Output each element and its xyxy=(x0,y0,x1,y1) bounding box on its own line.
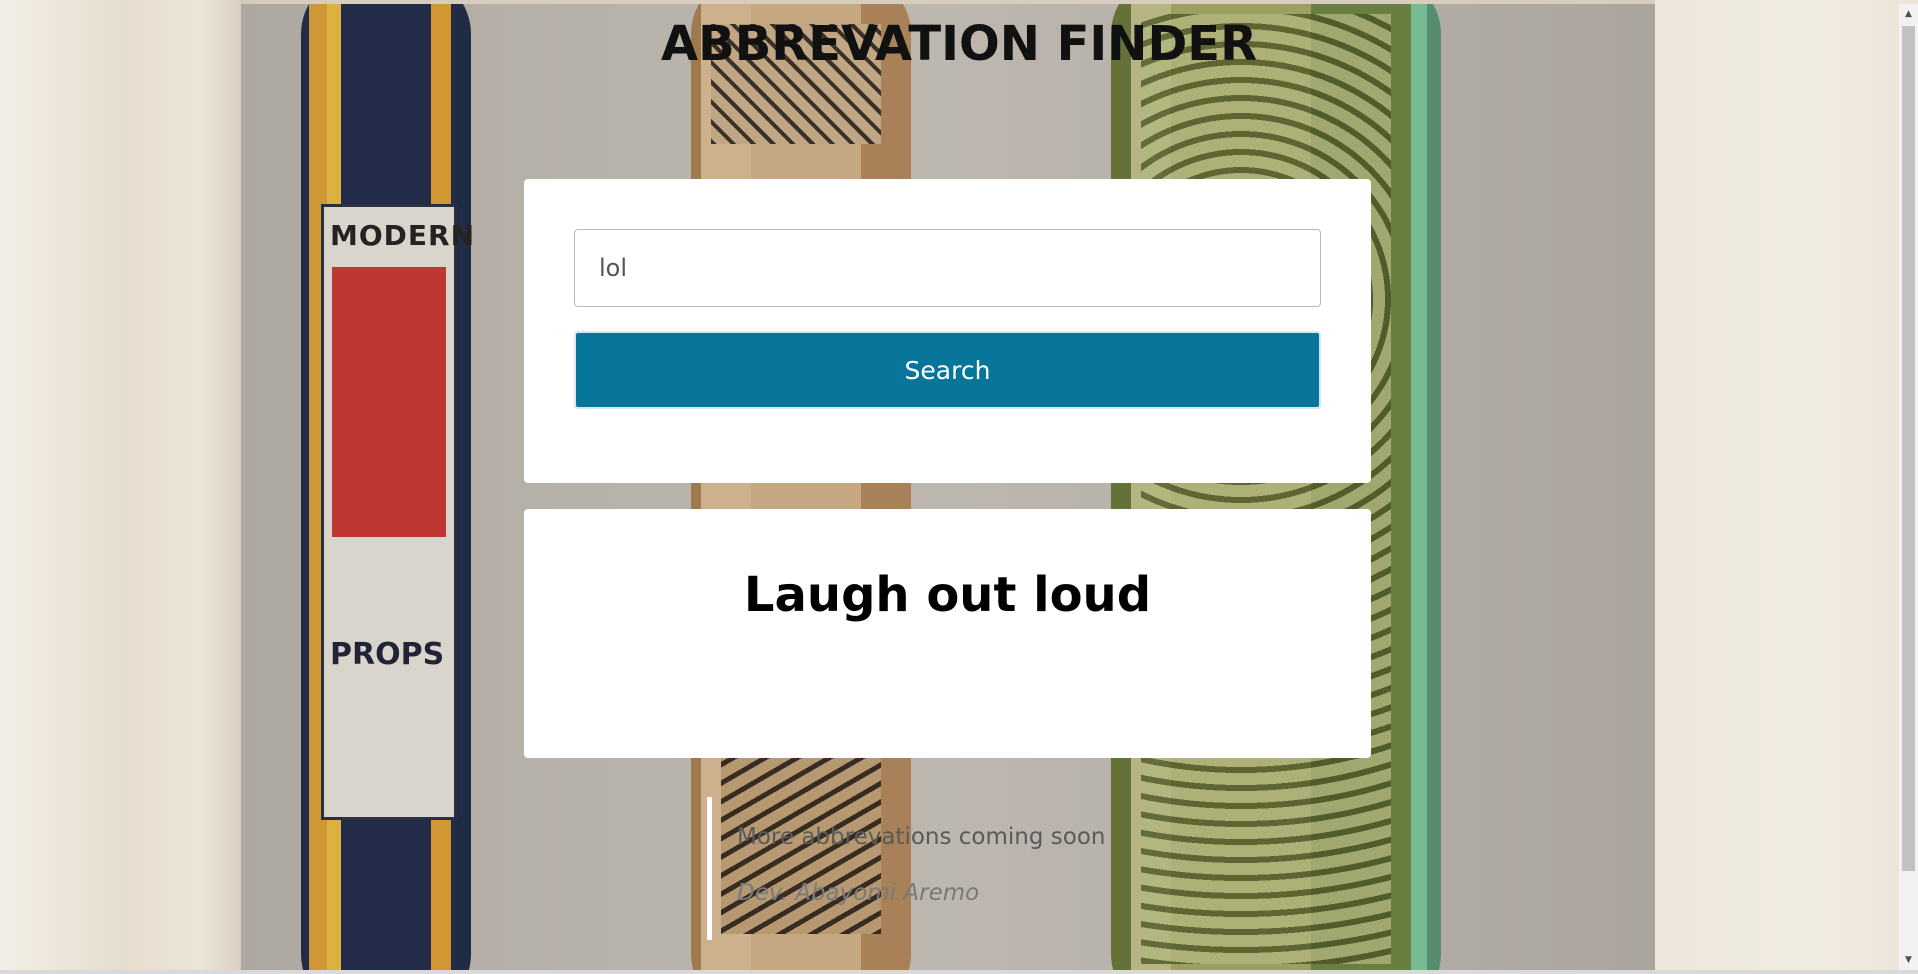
footer-author: Dev. Abayomi Aremo xyxy=(737,880,980,906)
scroll-up-icon[interactable]: ▲ xyxy=(1899,6,1918,22)
horizontal-scrollbar-edge xyxy=(0,970,1918,974)
search-input[interactable] xyxy=(574,229,1321,307)
search-card: Search xyxy=(524,179,1371,483)
page-background-right xyxy=(1655,0,1918,974)
scrollbar-thumb[interactable] xyxy=(1902,26,1915,871)
footer-note: More abbrevations coming soon xyxy=(737,824,1106,850)
page-title: ABBREVATION FINDER xyxy=(660,16,1258,72)
result-text: Laugh out loud xyxy=(743,567,1152,623)
footer-accent-bar xyxy=(707,797,712,940)
search-button[interactable]: Search xyxy=(574,331,1321,409)
scroll-down-icon[interactable]: ▼ xyxy=(1899,952,1918,968)
vertical-scrollbar[interactable]: ▲ ▼ xyxy=(1899,4,1918,970)
result-card: Laugh out loud xyxy=(524,509,1371,758)
